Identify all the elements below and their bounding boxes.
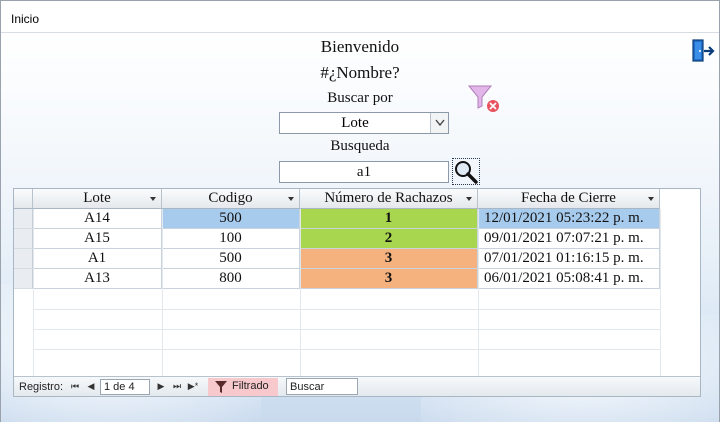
table-row[interactable]: A1 500 3 07/01/2021 01:16:15 p. m.	[14, 249, 700, 269]
grid-line	[162, 209, 163, 376]
previous-record-icon[interactable]: ◀	[85, 380, 97, 393]
column-header-fecha[interactable]: Fecha de Cierre	[478, 189, 660, 209]
grid-header: Lote Codigo Número de Rachazos Fecha de …	[14, 189, 700, 209]
magnifier-icon	[455, 161, 478, 184]
column-header-label: Número de Rachazos	[324, 190, 453, 206]
main-window: Inicio Bienvenido #¿Nombre? Buscar por L…	[0, 0, 720, 422]
dropdown-arrow-icon[interactable]	[466, 197, 472, 201]
column-header-codigo[interactable]: Codigo	[162, 189, 300, 209]
cell-fecha[interactable]: 07/01/2021 01:16:15 p. m.	[478, 249, 660, 269]
cell-rechazos[interactable]: 3	[300, 269, 478, 289]
select-all-corner[interactable]	[14, 189, 33, 209]
table-row[interactable]: A15 100 2 09/01/2021 07:07:21 p. m.	[14, 229, 700, 249]
grid-line	[33, 209, 34, 376]
welcome-heading: Bienvenido	[320, 37, 400, 56]
column-header-rechazos[interactable]: Número de Rachazos	[300, 189, 478, 209]
busqueda-input[interactable]	[279, 161, 449, 183]
funnel-icon	[215, 381, 227, 393]
sort-filter-icon[interactable]	[648, 197, 654, 201]
table-row[interactable]: A14 500 1 12/01/2021 05:23:22 p. m.	[14, 209, 700, 229]
column-header-lote[interactable]: Lote	[33, 189, 162, 209]
exit-door-icon[interactable]	[691, 38, 715, 64]
buscar-por-value: Lote	[341, 115, 369, 131]
filter-toggle[interactable]: Filtrado	[208, 378, 278, 396]
busqueda-label: Busqueda	[330, 138, 390, 154]
row-selector[interactable]	[14, 209, 33, 229]
column-header-label: Lote	[83, 190, 111, 206]
row-selector[interactable]	[14, 269, 33, 289]
window-title: Inicio	[11, 12, 40, 26]
chevron-down-icon[interactable]	[430, 113, 448, 133]
cell-codigo[interactable]: 100	[162, 229, 300, 249]
next-record-icon[interactable]: ▶	[155, 380, 167, 393]
cell-rechazos[interactable]: 1	[300, 209, 478, 229]
title-bar: Inicio	[1, 1, 719, 33]
record-position[interactable]: 1 de 4	[100, 379, 150, 395]
user-name: #¿Nombre?	[320, 63, 400, 82]
cell-lote[interactable]: A1	[33, 249, 162, 269]
cell-fecha[interactable]: 09/01/2021 07:07:21 p. m.	[478, 229, 660, 249]
form-body: Bienvenido #¿Nombre? Buscar por Lote Bus…	[1, 34, 719, 422]
grid-line	[300, 209, 301, 376]
last-record-icon[interactable]: ⏭	[171, 380, 183, 393]
cell-lote[interactable]: A14	[33, 209, 162, 229]
buscar-por-select[interactable]: Lote	[279, 112, 449, 134]
cell-rechazos[interactable]: 2	[300, 229, 478, 249]
clear-filter-icon[interactable]	[467, 84, 503, 114]
column-header-label: Codigo	[208, 190, 253, 206]
grid-line	[33, 309, 660, 310]
cell-lote[interactable]: A15	[33, 229, 162, 249]
row-selector[interactable]	[14, 229, 33, 249]
results-grid[interactable]: Lote Codigo Número de Rachazos Fecha de …	[13, 188, 701, 397]
grid-search-input[interactable]	[286, 378, 358, 395]
cell-lote[interactable]: A13	[33, 269, 162, 289]
dropdown-arrow-icon[interactable]	[150, 197, 156, 201]
registro-label: Registro:	[19, 381, 64, 393]
grid-line	[33, 329, 660, 330]
search-button[interactable]	[452, 158, 480, 185]
grid-line	[33, 349, 660, 350]
filter-status: Filtrado	[232, 380, 269, 392]
cell-codigo[interactable]: 500	[162, 209, 300, 229]
table-row[interactable]: A13 800 3 06/01/2021 05:08:41 p. m.	[14, 269, 700, 289]
row-selector[interactable]	[14, 249, 33, 269]
cell-fecha[interactable]: 06/01/2021 05:08:41 p. m.	[478, 269, 660, 289]
buscar-por-label: Buscar por	[327, 90, 393, 106]
cell-rechazos[interactable]: 3	[300, 249, 478, 269]
cell-codigo[interactable]: 500	[162, 249, 300, 269]
grid-line	[660, 209, 661, 376]
record-navigation-bar: Registro: ⏮ ◀ 1 de 4 ▶ ⏭ ▶* Filtrado	[14, 376, 700, 396]
cell-fecha[interactable]: 12/01/2021 05:23:22 p. m.	[478, 209, 660, 229]
column-header-label: Fecha de Cierre	[521, 190, 616, 206]
first-record-icon[interactable]: ⏮	[69, 380, 81, 393]
new-record-icon[interactable]: ▶*	[187, 380, 199, 393]
grid-line	[478, 209, 479, 376]
dropdown-arrow-icon[interactable]	[288, 197, 294, 201]
cell-codigo[interactable]: 800	[162, 269, 300, 289]
